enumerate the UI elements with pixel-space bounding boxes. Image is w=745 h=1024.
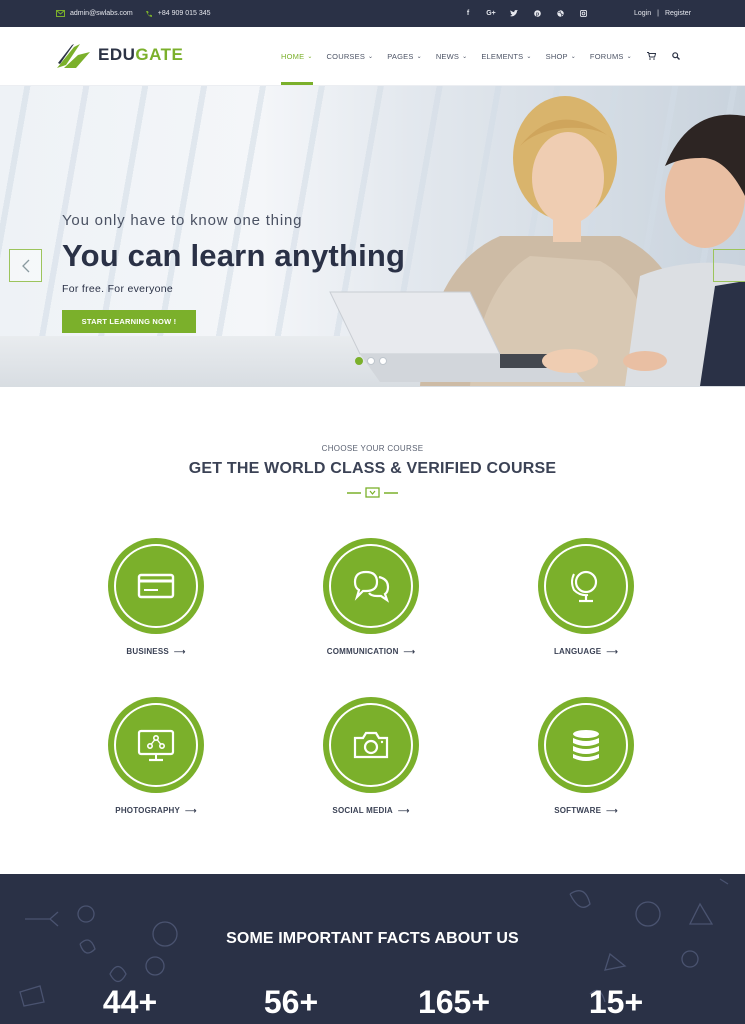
chevron-down-icon: ⌄ xyxy=(307,53,313,60)
chevron-left-icon xyxy=(21,259,29,272)
arrow-right-icon: ⟶ xyxy=(185,806,197,815)
nav-home[interactable]: HOME ⌄ xyxy=(281,27,313,85)
logo[interactable]: EDUGATE xyxy=(56,41,183,69)
course-label: LANGUAGE xyxy=(553,647,602,656)
register-link[interactable]: Register xyxy=(665,10,691,17)
course-communication[interactable]: COMMUNICATION ⟶ xyxy=(281,538,461,656)
monitor-icon xyxy=(137,729,175,762)
course-icon-circle xyxy=(108,538,204,634)
svg-text:p: p xyxy=(535,11,538,17)
auth-separator: | xyxy=(657,10,659,17)
database-icon xyxy=(573,730,599,761)
nav-shop[interactable]: SHOP ⌄ xyxy=(546,27,576,85)
nav-elements[interactable]: ELEMENTS ⌄ xyxy=(481,27,531,85)
social-links: f G+ p xyxy=(463,0,588,27)
slider-prev-arrow[interactable] xyxy=(9,249,42,282)
slider-dot-1[interactable] xyxy=(355,357,363,365)
phone-contact[interactable]: +84 909 015 345 xyxy=(145,10,211,18)
site-header: EDUGATE HOME ⌄ COURSES ⌄ PAGES ⌄ NEWS ⌄ ELEM… xyxy=(0,27,745,86)
dribbble-icon[interactable] xyxy=(555,9,565,19)
start-learning-button[interactable]: START LEARNING NOW ! xyxy=(62,310,196,333)
instagram-icon[interactable] xyxy=(578,9,588,19)
chevron-down-icon: ⌄ xyxy=(416,53,422,60)
chevron-down-icon: ⌄ xyxy=(368,53,374,60)
fact-value-3: 165+ xyxy=(417,984,491,1020)
course-language[interactable]: LANGUAGE ⟶ xyxy=(496,538,676,656)
main-nav: HOME ⌄ COURSES ⌄ PAGES ⌄ NEWS ⌄ ELEMENTS ⌄ SH… xyxy=(281,27,694,85)
course-label: SOFTWARE xyxy=(554,806,602,815)
facts-section: SOME IMPORTANT FACTS ABOUT US 44+ 56+ 16… xyxy=(0,874,745,1024)
course-business[interactable]: BUSINESS ⟶ xyxy=(66,538,246,656)
slider-dots xyxy=(355,357,387,365)
search-icon[interactable] xyxy=(670,27,682,85)
slider-next-arrow[interactable] xyxy=(713,249,745,282)
hero-subtitle: You only have to know one thing xyxy=(62,212,303,229)
logo-text: EDUGATE xyxy=(98,45,184,64)
chevron-down-icon: ⌄ xyxy=(626,53,632,60)
nav-news[interactable]: NEWS ⌄ xyxy=(436,27,468,85)
courses-kicker: CHOOSE YOUR COURSE xyxy=(321,444,424,453)
phone-text: +84 909 015 345 xyxy=(157,10,211,17)
arrow-right-icon: ⟶ xyxy=(403,647,416,656)
globe-icon xyxy=(571,570,598,603)
credit-card-icon xyxy=(137,573,175,599)
course-icon-circle xyxy=(108,697,204,793)
cart-icon[interactable] xyxy=(646,27,658,85)
course-photography[interactable]: PHOTOGRAPHY ⟶ xyxy=(66,697,246,815)
fact-value-2: 56+ xyxy=(263,984,319,1020)
nav-courses[interactable]: COURSES ⌄ xyxy=(327,27,374,85)
arrow-right-icon: ⟶ xyxy=(606,647,619,656)
email-text: admin@swlabs.com xyxy=(70,10,133,17)
course-icon-circle xyxy=(323,697,419,793)
twitter-icon[interactable] xyxy=(509,9,519,19)
camera-icon xyxy=(353,731,389,759)
slider-dot-2[interactable] xyxy=(367,357,375,365)
envelope-icon xyxy=(56,10,65,17)
arrow-right-icon: ⟶ xyxy=(173,647,186,656)
arrow-right-icon: ⟶ xyxy=(606,806,618,815)
course-label: BUSINESS xyxy=(126,647,169,656)
course-social-media[interactable]: SOCIAL MEDIA ⟶ xyxy=(281,697,461,815)
phone-icon xyxy=(145,10,152,17)
course-label: PHOTOGRAPHY xyxy=(115,806,181,815)
fact-value-4: 15+ xyxy=(588,984,644,1020)
contact-info: admin@swlabs.com +84 909 015 345 xyxy=(56,0,211,27)
chevron-down-icon: ⌄ xyxy=(570,53,576,60)
course-icon-circle xyxy=(538,538,634,634)
email-contact[interactable]: admin@swlabs.com xyxy=(56,10,133,17)
google-plus-icon[interactable]: G+ xyxy=(486,9,496,19)
facebook-icon[interactable]: f xyxy=(463,9,473,19)
facts-title: SOME IMPORTANT FACTS ABOUT US xyxy=(226,930,519,947)
arrow-right-icon: ⟶ xyxy=(397,806,410,815)
course-label: SOCIAL MEDIA xyxy=(332,806,393,815)
slider-dot-3[interactable] xyxy=(379,357,387,365)
hero-title: You can learn anything xyxy=(62,238,406,273)
section-divider xyxy=(347,487,398,498)
auth-links: Login | Register xyxy=(634,0,691,27)
pinterest-icon[interactable]: p xyxy=(532,9,542,19)
hero-slider: You only have to know one thing You can … xyxy=(0,86,745,387)
fact-value-1: 44+ xyxy=(102,984,158,1020)
chevron-down-icon: ⌄ xyxy=(526,53,532,60)
login-link[interactable]: Login xyxy=(634,10,651,17)
hero-tagline: For free. For everyone xyxy=(62,283,174,295)
nav-forums[interactable]: FORUMS ⌄ xyxy=(590,27,632,85)
chevron-down-icon: ⌄ xyxy=(462,53,468,60)
course-icon-circle xyxy=(323,538,419,634)
chat-bubbles-icon xyxy=(353,570,390,603)
course-label: COMMUNICATION xyxy=(326,647,399,656)
top-bar: admin@swlabs.com +84 909 015 345 f G+ p … xyxy=(0,0,745,27)
courses-title: GET THE WORLD CLASS & VERIFIED COURSE xyxy=(188,460,557,477)
course-icon-circle xyxy=(538,697,634,793)
course-software[interactable]: SOFTWARE ⟶ xyxy=(496,697,676,815)
logo-mark-icon xyxy=(57,44,90,68)
hero-photo-people xyxy=(329,96,745,386)
nav-pages[interactable]: PAGES ⌄ xyxy=(387,27,422,85)
